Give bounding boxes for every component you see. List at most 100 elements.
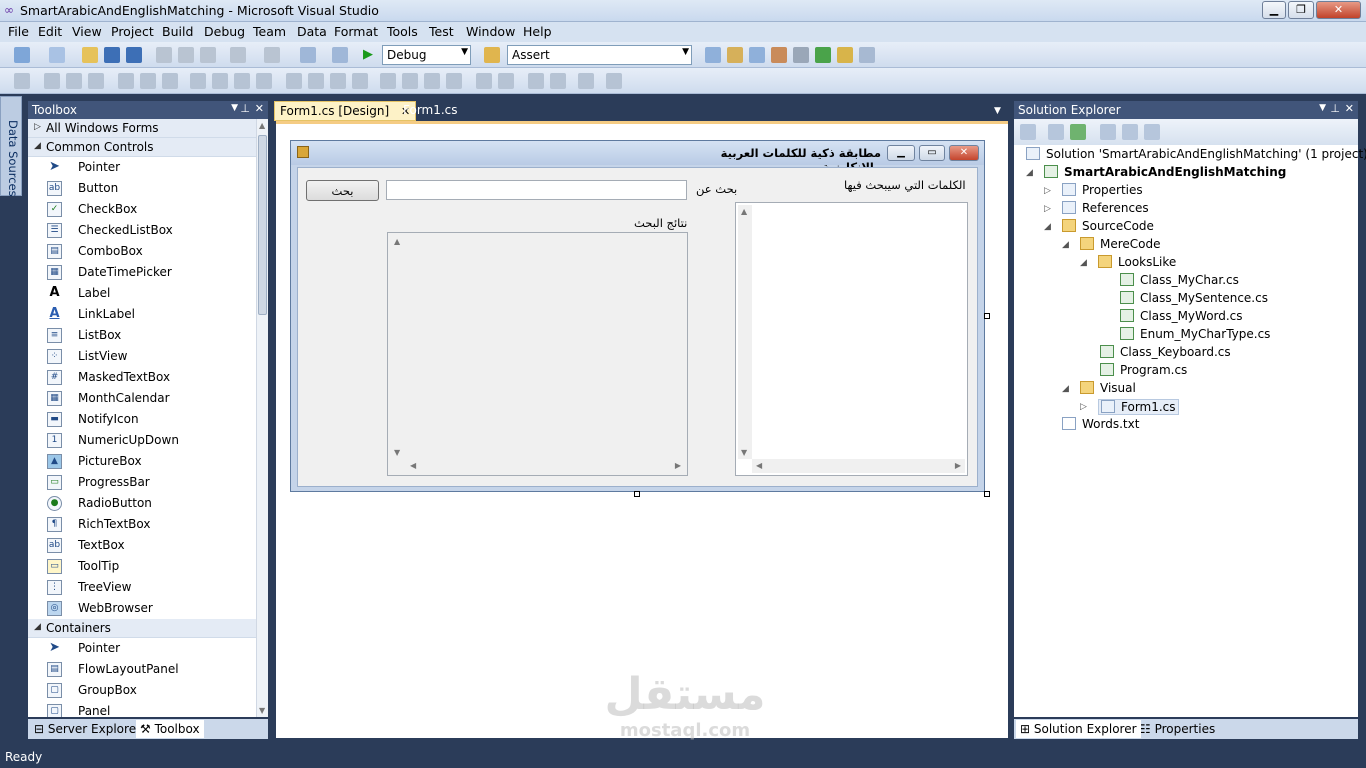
restore-button[interactable]: ❐ [1288, 1, 1314, 19]
toolbox-item-datetimepicker[interactable]: ▦ DateTimePicker [28, 262, 256, 283]
toolbox-item-progressbar[interactable]: ▭ ProgressBar [28, 472, 256, 493]
remove-vertical-spacing-icon[interactable] [446, 73, 462, 89]
menu-edit[interactable]: Edit [38, 24, 62, 39]
toolbox-item-button[interactable]: ab Button [28, 178, 256, 199]
toolbox-item-checkedlistbox[interactable]: ☰ CheckedListBox [28, 220, 256, 241]
tree-item-class-keyboard[interactable]: Class_Keyboard.cs [1100, 345, 1231, 359]
start-page-icon[interactable] [815, 47, 831, 63]
scroll-thumb[interactable] [258, 135, 267, 315]
increase-horizontal-spacing-icon[interactable] [308, 73, 324, 89]
solution-explorer-tab[interactable]: ⊞ Solution Explorer [1016, 720, 1141, 738]
make-same-size-icon[interactable] [256, 73, 272, 89]
toolbox-scrollbar[interactable]: ▲ ▼ [256, 119, 268, 717]
toolbox-tab[interactable]: ⚒ Toolbox [136, 720, 204, 738]
toolbox-category-all[interactable]: ▷ All Windows Forms [28, 119, 256, 138]
expand-arrow-icon[interactable]: ▷ [1044, 186, 1051, 196]
toolbox-item-radiobutton[interactable]: ● RadioButton [28, 493, 256, 514]
form-maximize-button[interactable]: ▭ [919, 145, 945, 161]
size-to-grid-icon[interactable] [212, 73, 228, 89]
decrease-horizontal-spacing-icon[interactable] [330, 73, 346, 89]
scroll-down-icon[interactable]: ▼ [259, 706, 265, 715]
menu-file[interactable]: File [8, 24, 29, 39]
toolbox-item-maskedtextbox[interactable]: # MaskedTextBox [28, 367, 256, 388]
toolbox-item-combobox[interactable]: ▤ ComboBox [28, 241, 256, 262]
show-all-files-icon[interactable] [1048, 124, 1064, 140]
search-results-list[interactable]: ▲ ▼ ◀ ▶ [387, 232, 688, 476]
align-tops-icon[interactable] [118, 73, 134, 89]
expand-arrow-icon[interactable]: ▷ [1080, 402, 1087, 412]
tree-item-class-mychar[interactable]: Class_MyChar.cs [1120, 273, 1239, 287]
window-position-icon[interactable]: ▼ [231, 103, 238, 113]
toolbox-item-groupbox[interactable]: ▢ GroupBox [28, 680, 256, 701]
toolbox-item-pointer[interactable]: ➤ Pointer [28, 638, 256, 659]
collapse-arrow-icon[interactable]: ◢ [1062, 384, 1069, 394]
toolbox-icon[interactable] [771, 47, 787, 63]
view-code-icon[interactable] [1100, 124, 1116, 140]
toolbox-item-flowlayoutpanel[interactable]: ▤ FlowLayoutPanel [28, 659, 256, 680]
navigate-forward-icon[interactable] [332, 47, 348, 63]
navigate-backward-icon[interactable] [300, 47, 316, 63]
resize-handle-right[interactable] [984, 313, 990, 319]
tree-item-enum-mychartype[interactable]: Enum_MyCharType.cs [1120, 327, 1270, 341]
view-designer-icon[interactable] [1122, 124, 1138, 140]
copy-icon[interactable] [178, 47, 194, 63]
server-explorer-tab[interactable]: ⊟ Server Explorer [30, 720, 145, 738]
toolbox-item-picturebox[interactable]: ▲ PictureBox [28, 451, 256, 472]
find-combo[interactable]: Assert ▼ [507, 45, 692, 65]
scroll-up-icon[interactable]: ▲ [741, 207, 747, 216]
new-project-icon[interactable] [14, 47, 30, 63]
redo-icon[interactable] [264, 47, 280, 63]
tab-form1-design[interactable]: Form1.cs [Design] ✕ [274, 101, 417, 121]
toolbox-item-panel[interactable]: ▢ Panel [28, 701, 256, 717]
expand-arrow-icon[interactable]: ▷ [1044, 204, 1051, 214]
scroll-up-icon[interactable]: ▲ [259, 121, 265, 130]
other-windows-icon[interactable] [859, 47, 875, 63]
designed-form[interactable]: مطابقة ذكية للكلمات العربية والإنكليزية … [290, 140, 985, 492]
refresh-icon[interactable] [1070, 124, 1086, 140]
open-file-icon[interactable] [82, 47, 98, 63]
align-middles-icon[interactable] [140, 73, 156, 89]
horizontal-spacing-icon[interactable] [286, 73, 302, 89]
start-debugging-icon[interactable]: ▶ [360, 47, 376, 63]
menu-window[interactable]: Window [466, 24, 515, 39]
properties-window-icon[interactable] [727, 47, 743, 63]
decrease-vertical-spacing-icon[interactable] [424, 73, 440, 89]
menu-data[interactable]: Data [297, 24, 327, 39]
menu-build[interactable]: Build [162, 24, 193, 39]
resize-handle-bottom[interactable] [634, 491, 640, 497]
words-vertical-scrollbar[interactable]: ▲ ▼ [738, 205, 752, 459]
center-vertically-icon[interactable] [498, 73, 514, 89]
scroll-left-icon[interactable]: ◀ [756, 461, 762, 470]
tree-item-visual[interactable]: Visual [1080, 381, 1136, 395]
resize-handle-bottom-right[interactable] [984, 491, 990, 497]
words-horizontal-scrollbar[interactable]: ◀ ▶ [752, 459, 965, 473]
search-input[interactable] [386, 180, 687, 200]
tools-icon[interactable] [793, 47, 809, 63]
tree-item-class-mysentence[interactable]: Class_MySentence.cs [1120, 291, 1268, 305]
collapse-arrow-icon[interactable]: ◢ [1080, 258, 1087, 268]
search-button[interactable]: بحث [306, 180, 379, 201]
minimize-button[interactable]: ▁ [1262, 1, 1286, 19]
scroll-up-icon[interactable]: ▲ [394, 237, 400, 246]
vertical-spacing-icon[interactable] [380, 73, 396, 89]
menu-view[interactable]: View [72, 24, 102, 39]
tree-item-sourcecode[interactable]: SourceCode [1062, 219, 1154, 233]
tree-item-words-txt[interactable]: Words.txt [1062, 417, 1139, 431]
lock-controls-icon[interactable] [606, 73, 622, 89]
close-button[interactable]: ✕ [1316, 1, 1361, 19]
menu-format[interactable]: Format [334, 24, 378, 39]
active-files-dropdown-icon[interactable]: ▼ [994, 106, 1001, 116]
tree-item-project[interactable]: SmartArabicAndEnglishMatching [1044, 165, 1286, 179]
menu-help[interactable]: Help [523, 24, 552, 39]
pin-icon[interactable]: ⊥ [1330, 102, 1340, 115]
align-rights-icon[interactable] [88, 73, 104, 89]
find-in-files-icon[interactable] [484, 47, 500, 63]
menu-test[interactable]: Test [429, 24, 454, 39]
view-class-diagram-icon[interactable] [1144, 124, 1160, 140]
tree-item-program[interactable]: Program.cs [1100, 363, 1187, 377]
tab-order-icon[interactable] [578, 73, 594, 89]
results-horizontal-scrollbar[interactable]: ◀ ▶ [406, 459, 685, 473]
form-minimize-button[interactable]: ▁ [887, 145, 915, 161]
tree-item-form1[interactable]: Form1.cs [1098, 399, 1179, 415]
tree-item-lookslike[interactable]: LooksLike [1098, 255, 1176, 269]
